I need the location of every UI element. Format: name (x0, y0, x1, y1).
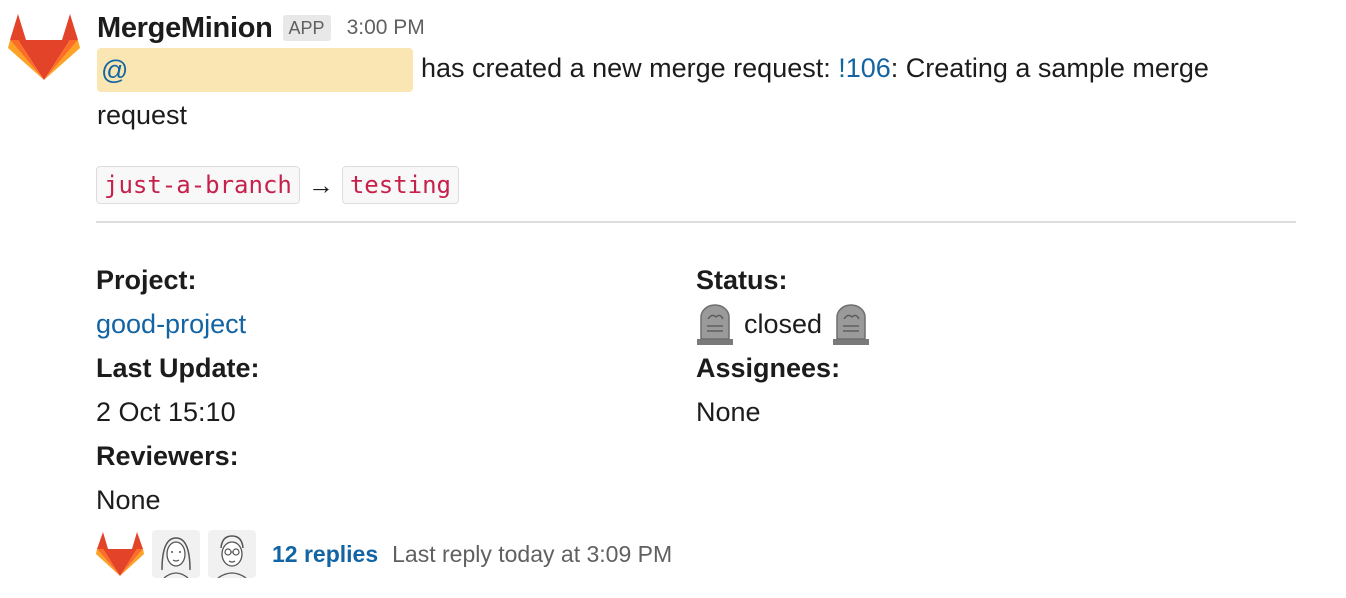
sender-name[interactable]: MergeMinion (97, 12, 273, 45)
message-text-wrap: request (97, 100, 188, 130)
message-timestamp[interactable]: 3:00 PM (347, 16, 425, 40)
headstone-icon (832, 303, 870, 345)
user-mention[interactable]: @ (97, 48, 413, 92)
message-text-before: has created a new merge request: (421, 53, 839, 84)
attachment-divider (96, 221, 1296, 223)
message-text-after: : Creating a sample merge (890, 53, 1209, 84)
reviewers-label: Reviewers: (96, 441, 239, 471)
message-text-line: @ has created a new merge request: !106: … (97, 48, 1209, 92)
merge-request-link[interactable]: !106 (838, 53, 891, 83)
assignees-label: Assignees: (696, 353, 841, 383)
person-avatar-icon (208, 530, 256, 578)
last-update-label: Last Update: (96, 353, 260, 383)
fields-right: Status: closed Assignees: None (696, 258, 870, 434)
headstone-icon (696, 303, 734, 345)
project-label: Project: (96, 265, 197, 295)
gitlab-fox-icon[interactable] (8, 12, 80, 84)
replies-link[interactable]: 12 replies (272, 541, 378, 568)
status-value: closed (744, 309, 823, 339)
source-branch: just-a-branch (96, 166, 300, 204)
arrow-right-icon: → (307, 169, 334, 200)
branch-row: just-a-branch → testing (96, 166, 459, 204)
app-badge: APP (282, 15, 331, 41)
last-update-value: 2 Oct 15:10 (96, 397, 236, 427)
fields-left: Project: good-project Last Update: 2 Oct… (96, 258, 260, 522)
reviewers-value: None (96, 485, 161, 515)
status-label: Status: (696, 265, 788, 295)
status-value-row: closed (696, 302, 870, 346)
assignees-value: None (696, 397, 761, 427)
thread-summary[interactable]: 12 replies Last reply today at 3:09 PM (96, 530, 672, 578)
project-link[interactable]: good-project (96, 302, 246, 346)
message-header: MergeMinion APP 3:00 PM (97, 8, 425, 48)
last-reply-time: Last reply today at 3:09 PM (392, 540, 673, 567)
person-avatar-icon (152, 530, 200, 578)
target-branch: testing (341, 166, 459, 204)
slack-message: MergeMinion APP 3:00 PM @ has created a n… (0, 0, 1346, 598)
gitlab-fox-icon (96, 530, 144, 578)
